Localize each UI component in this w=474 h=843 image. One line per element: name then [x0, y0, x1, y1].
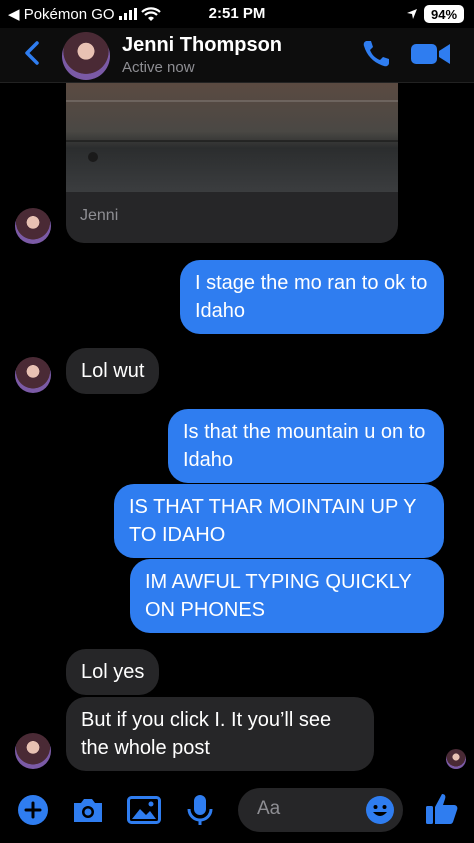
- message-bubble-sent[interactable]: I stage the mo ran to ok to Idaho: [180, 260, 444, 334]
- emoji-icon[interactable]: [365, 795, 395, 825]
- back-chevron-icon[interactable]: [18, 38, 48, 68]
- microphone-icon[interactable]: [186, 793, 214, 827]
- shared-post-image: [66, 82, 398, 192]
- read-receipt-avatar: [446, 749, 466, 769]
- video-call-icon[interactable]: [410, 40, 452, 68]
- contact-avatar-small[interactable]: [15, 733, 51, 769]
- location-arrow-icon: [407, 9, 417, 19]
- thumbs-up-icon[interactable]: [424, 791, 460, 827]
- contact-avatar-small[interactable]: [15, 357, 51, 393]
- clock: 2:51 PM: [208, 5, 266, 22]
- message-bubble-sent[interactable]: IM AWFUL TYPING QUICKLY ON PHONES: [130, 559, 444, 633]
- status-bar: ◀ Pokémon GO 2:51 PM 94%: [0, 0, 474, 28]
- photo-icon[interactable]: [127, 796, 161, 824]
- conversation-header: Jenni Thompson Active now: [0, 28, 474, 83]
- shared-post-preview[interactable]: Jenni: [66, 82, 398, 243]
- contact-avatar-small[interactable]: [15, 208, 51, 244]
- contact-name[interactable]: Jenni Thompson: [122, 34, 282, 57]
- message-bubble-received[interactable]: Lol yes: [66, 649, 160, 695]
- message-input[interactable]: Aa: [238, 788, 403, 832]
- plus-icon[interactable]: [17, 794, 49, 826]
- battery-indicator: 94%: [424, 5, 464, 23]
- message-bubble-sent[interactable]: Is that the mountain u on to Idaho: [168, 409, 444, 483]
- message-bubble-sent[interactable]: IS THAT THAR MOINTAIN UP Y TO IDAHO: [114, 484, 444, 558]
- contact-avatar[interactable]: [62, 32, 110, 80]
- camera-icon[interactable]: [71, 795, 105, 825]
- shared-post-caption: Jenni: [80, 207, 119, 224]
- contact-status: Active now: [122, 59, 195, 76]
- message-input-placeholder: Aa: [257, 798, 281, 819]
- phone-call-icon[interactable]: [360, 38, 392, 70]
- message-bubble-received[interactable]: Lol wut: [66, 348, 160, 394]
- message-bubble-received[interactable]: But if you click I. It you’ll see the wh…: [66, 697, 374, 771]
